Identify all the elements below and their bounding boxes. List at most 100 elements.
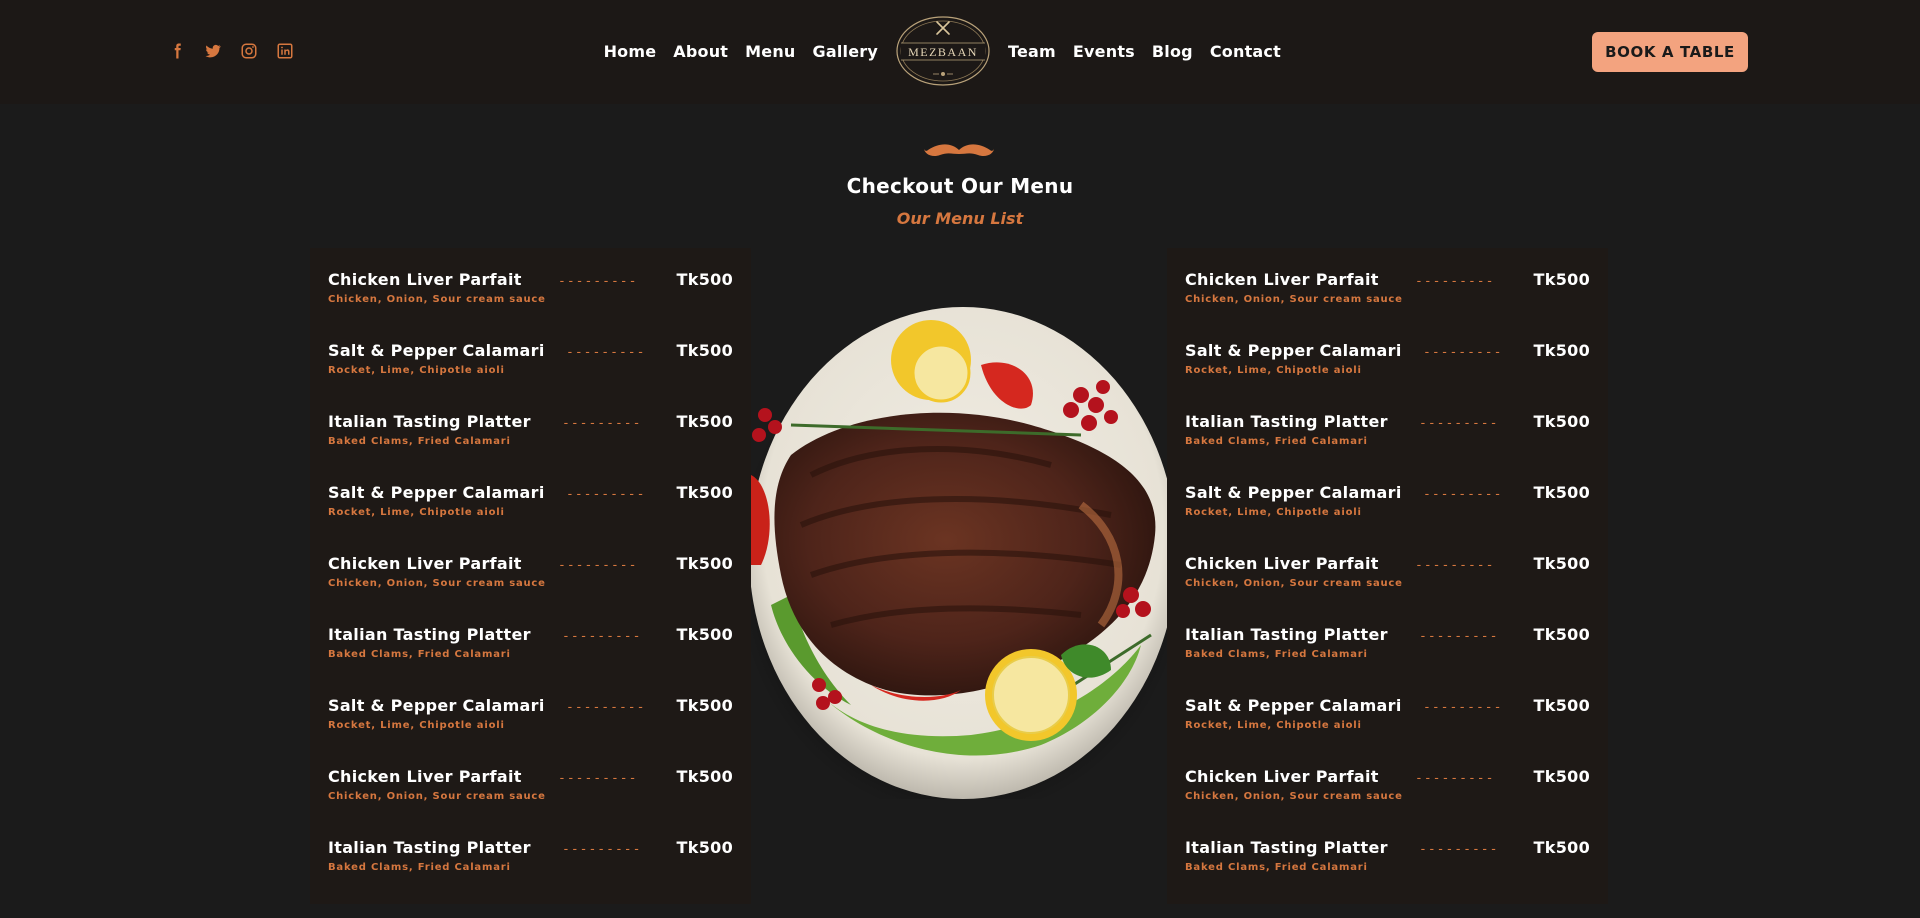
menu-item[interactable]: Italian Tasting Platter --------- Tk500 … [310, 412, 751, 483]
menu-item-name: Italian Tasting Platter [328, 838, 531, 857]
menu-item-desc: Rocket, Lime, Chipotle aioli [328, 365, 505, 376]
facebook-icon[interactable] [168, 42, 186, 60]
menu-item-dashes: --------- [1419, 629, 1499, 644]
menu-item-name: Chicken Liver Parfait [1185, 554, 1379, 573]
menu-item[interactable]: Salt & Pepper Calamari --------- Tk500 R… [1167, 483, 1608, 554]
menu-item-desc: Baked Clams, Fried Calamari [1185, 649, 1368, 660]
menu-item-dashes: --------- [1415, 558, 1495, 573]
section-title: Checkout Our Menu [846, 174, 1074, 198]
menu-list-right: Chicken Liver Parfait --------- Tk500 Ch… [1167, 248, 1608, 904]
menu-item[interactable]: Salt & Pepper Calamari --------- Tk500 R… [310, 341, 751, 412]
menu-item-price: Tk500 [1533, 270, 1590, 289]
nav-home[interactable]: Home [604, 40, 657, 64]
menu-item-price: Tk500 [676, 625, 733, 644]
social-links [168, 42, 294, 60]
menu-item-price: Tk500 [1533, 554, 1590, 573]
menu-item-desc: Rocket, Lime, Chipotle aioli [1185, 720, 1362, 731]
menu-item-dashes: --------- [558, 274, 638, 289]
menu-item-price: Tk500 [1533, 483, 1590, 502]
menu-item-name: Italian Tasting Platter [1185, 412, 1388, 431]
nav-left: Home About Menu Gallery [604, 40, 878, 64]
menu-item[interactable]: Italian Tasting Platter --------- Tk500 … [310, 838, 751, 909]
menu-item[interactable]: Italian Tasting Platter --------- Tk500 … [1167, 625, 1608, 696]
menu-item-desc: Baked Clams, Fried Calamari [328, 862, 511, 873]
menu-item-price: Tk500 [1533, 341, 1590, 360]
nav-contact[interactable]: Contact [1210, 40, 1281, 64]
menu-item[interactable]: Chicken Liver Parfait --------- Tk500 Ch… [1167, 270, 1608, 341]
menu-item-price: Tk500 [1533, 767, 1590, 786]
menu-item-price: Tk500 [1533, 696, 1590, 715]
menu-item-desc: Rocket, Lime, Chipotle aioli [328, 720, 505, 731]
menu-item-dashes: --------- [1415, 771, 1495, 786]
nav-events[interactable]: Events [1073, 40, 1135, 64]
menu-item-name: Chicken Liver Parfait [328, 270, 522, 289]
menu-item-name: Salt & Pepper Calamari [1185, 483, 1402, 502]
nav-about[interactable]: About [673, 40, 728, 64]
menu-item[interactable]: Salt & Pepper Calamari --------- Tk500 R… [1167, 696, 1608, 767]
steak-plate-image [751, 305, 1167, 799]
menu-item-desc: Chicken, Onion, Sour cream sauce [328, 294, 546, 305]
menu-item-dashes: --------- [558, 558, 638, 573]
menu-item-dashes: --------- [566, 345, 646, 360]
menu-item[interactable]: Italian Tasting Platter --------- Tk500 … [310, 625, 751, 696]
nav-right: Team Events Blog Contact [1008, 40, 1281, 64]
menu-item-name: Italian Tasting Platter [1185, 625, 1388, 644]
menu-item[interactable]: Chicken Liver Parfait --------- Tk500 Ch… [1167, 767, 1608, 838]
menu-item-name: Chicken Liver Parfait [328, 554, 522, 573]
menu-item-desc: Chicken, Onion, Sour cream sauce [328, 578, 546, 589]
menu-item-price: Tk500 [676, 838, 733, 857]
menu-item-desc: Baked Clams, Fried Calamari [328, 649, 511, 660]
twitter-icon[interactable] [204, 42, 222, 60]
menu-item-dashes: --------- [562, 416, 642, 431]
menu-item-dashes: --------- [562, 842, 642, 857]
site-header: Home About Menu Gallery MEZBAAN Team Eve… [0, 0, 1920, 104]
instagram-icon[interactable] [240, 42, 258, 60]
menu-item-dashes: --------- [558, 771, 638, 786]
menu-item[interactable]: Chicken Liver Parfait --------- Tk500 Ch… [310, 554, 751, 625]
menu-item[interactable]: Chicken Liver Parfait --------- Tk500 Ch… [310, 270, 751, 341]
menu-item[interactable]: Italian Tasting Platter --------- Tk500 … [1167, 412, 1608, 483]
linkedin-icon[interactable] [276, 42, 294, 60]
menu-item-desc: Rocket, Lime, Chipotle aioli [1185, 507, 1362, 518]
nav-team[interactable]: Team [1008, 40, 1056, 64]
menu-item-price: Tk500 [676, 341, 733, 360]
menu-item-desc: Chicken, Onion, Sour cream sauce [1185, 578, 1403, 589]
menu-item[interactable]: Chicken Liver Parfait --------- Tk500 Ch… [1167, 554, 1608, 625]
menu-item[interactable]: Salt & Pepper Calamari --------- Tk500 R… [310, 483, 751, 554]
menu-item-dashes: --------- [1415, 274, 1495, 289]
section-subtitle: Our Menu List [896, 209, 1024, 228]
mustache-divider-icon [922, 140, 996, 164]
menu-item-desc: Chicken, Onion, Sour cream sauce [328, 791, 546, 802]
book-table-button[interactable]: BOOK A TABLE [1592, 32, 1748, 72]
menu-item-price: Tk500 [1533, 412, 1590, 431]
nav-blog[interactable]: Blog [1152, 40, 1193, 64]
menu-item-name: Salt & Pepper Calamari [328, 483, 545, 502]
menu-item-price: Tk500 [676, 696, 733, 715]
menu-item[interactable]: Italian Tasting Platter --------- Tk500 … [1167, 838, 1608, 909]
menu-item-name: Salt & Pepper Calamari [328, 341, 545, 360]
nav-gallery[interactable]: Gallery [813, 40, 878, 64]
site-logo[interactable]: MEZBAAN [893, 14, 993, 88]
menu-item-price: Tk500 [676, 412, 733, 431]
menu-item-desc: Rocket, Lime, Chipotle aioli [1185, 365, 1362, 376]
menu-item-name: Italian Tasting Platter [1185, 838, 1388, 857]
menu-item-dashes: --------- [1419, 416, 1499, 431]
menu-item-dashes: --------- [1419, 842, 1499, 857]
menu-list-left: Chicken Liver Parfait --------- Tk500 Ch… [310, 248, 751, 904]
menu-item[interactable]: Salt & Pepper Calamari --------- Tk500 R… [310, 696, 751, 767]
menu-item-desc: Chicken, Onion, Sour cream sauce [1185, 294, 1403, 305]
nav-menu[interactable]: Menu [745, 40, 795, 64]
menu-item-price: Tk500 [676, 483, 733, 502]
menu-item-name: Chicken Liver Parfait [1185, 270, 1379, 289]
menu-item-price: Tk500 [676, 270, 733, 289]
menu-item-desc: Rocket, Lime, Chipotle aioli [328, 507, 505, 518]
menu-item-dashes: --------- [566, 487, 646, 502]
menu-item[interactable]: Chicken Liver Parfait --------- Tk500 Ch… [310, 767, 751, 838]
menu-item-price: Tk500 [1533, 625, 1590, 644]
menu-item[interactable]: Salt & Pepper Calamari --------- Tk500 R… [1167, 341, 1608, 412]
menu-item-dashes: --------- [1423, 487, 1503, 502]
menu-item-name: Chicken Liver Parfait [328, 767, 522, 786]
menu-item-dashes: --------- [1423, 700, 1503, 715]
menu-item-name: Chicken Liver Parfait [1185, 767, 1379, 786]
menu-item-name: Italian Tasting Platter [328, 625, 531, 644]
